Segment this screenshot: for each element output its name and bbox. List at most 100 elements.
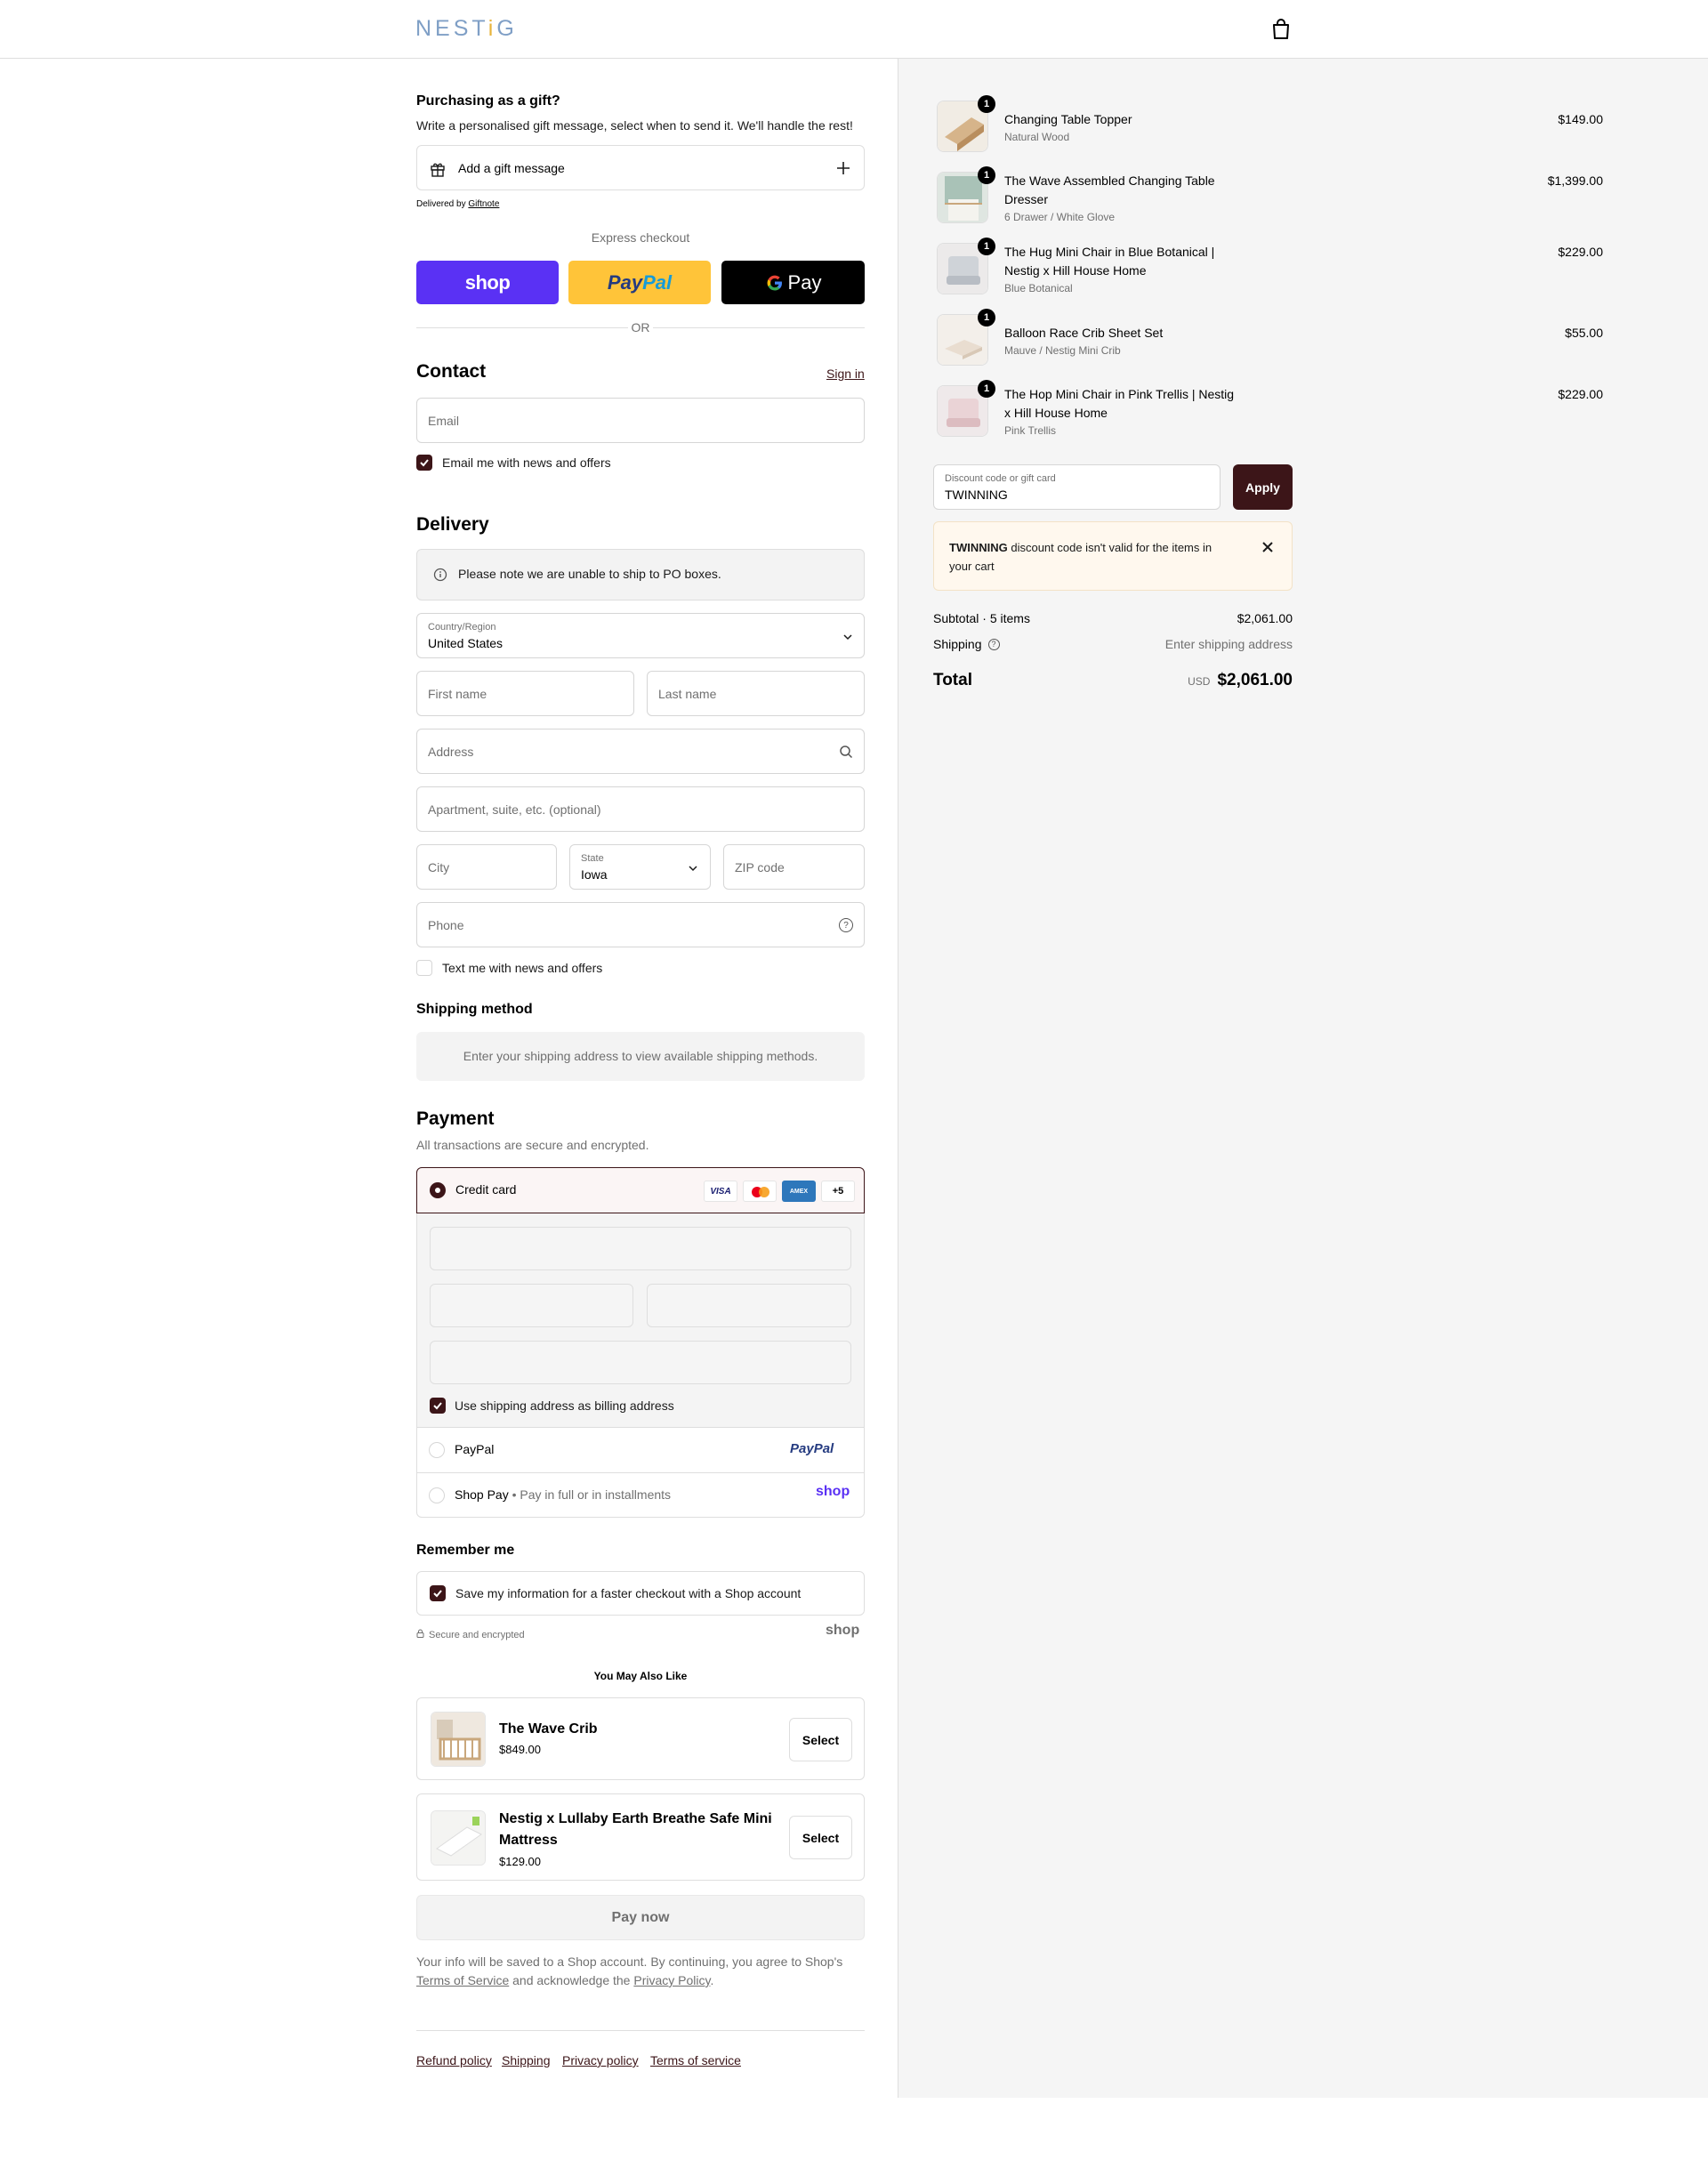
subtotal-label: Subtotal · 5 items: [933, 611, 1030, 625]
shipping-link[interactable]: Shipping: [502, 2053, 551, 2067]
state-label: State: [581, 853, 604, 864]
address-field[interactable]: Address: [416, 729, 865, 774]
card-number-field[interactable]: [430, 1227, 851, 1270]
quantity-badge: 1: [978, 166, 995, 184]
shop-pay-option[interactable]: Shop Pay • Pay in full or in installment…: [416, 1473, 865, 1518]
info-icon: [433, 568, 447, 582]
item-title: The Hug Mini Chair in Blue Botanical |: [1004, 245, 1215, 259]
paypal-radio[interactable]: [429, 1442, 445, 1458]
discount-error-text: TWINNING discount code isn't valid for t…: [949, 538, 1234, 576]
paypal-option[interactable]: PayPal PayPal: [416, 1428, 865, 1472]
country-select[interactable]: Country/Region United States: [416, 613, 865, 658]
divider: [653, 327, 865, 328]
shop-pay-radio[interactable]: [429, 1487, 445, 1503]
upsell-name: The Wave Crib: [499, 1721, 598, 1737]
gift-title: Purchasing as a gift?: [416, 93, 560, 109]
shop-logo-small: shop: [826, 1623, 860, 1638]
terms-of-service-link[interactable]: Terms of Service: [416, 1973, 509, 1987]
chevron-down-icon: [688, 862, 698, 876]
chevron-down-icon: [842, 631, 853, 645]
zip-placeholder: ZIP code: [735, 859, 785, 874]
city-field[interactable]: City: [416, 844, 557, 890]
total-value: $2,061.00: [1217, 671, 1293, 689]
discount-code-input[interactable]: Discount code or gift card TWINNING: [933, 464, 1221, 510]
po-box-text: Please note we are unable to ship to PO …: [458, 567, 721, 581]
country-value: United States: [428, 636, 504, 650]
country-label: Country/Region: [428, 622, 496, 633]
google-pay-express-button[interactable]: Pay: [721, 261, 865, 304]
last-name-field[interactable]: Last name: [647, 671, 865, 716]
item-title: The Wave Assembled Changing Table: [1004, 173, 1215, 188]
card-name-field[interactable]: [430, 1341, 851, 1384]
item-price: $229.00: [1558, 387, 1603, 401]
refund-policy-link[interactable]: Refund policy: [416, 2053, 492, 2067]
text-news-checkbox[interactable]: [416, 960, 432, 976]
zip-field[interactable]: ZIP code: [723, 844, 865, 890]
sign-in-link[interactable]: Sign in: [826, 367, 865, 381]
paypal-logo: PayPal: [608, 271, 672, 294]
upsell-thumbnail: [431, 1712, 486, 1767]
error-message-2: your cart: [949, 560, 995, 573]
giftnote-link[interactable]: Giftnote: [468, 199, 499, 209]
add-gift-message-button[interactable]: Add a gift message: [416, 145, 865, 190]
shipping-method-title: Shipping method: [416, 1002, 533, 1017]
credit-card-option[interactable]: Credit card VISA AMEX +5: [416, 1167, 865, 1213]
help-icon[interactable]: ?: [987, 638, 1000, 650]
help-icon[interactable]: ?: [839, 918, 853, 932]
billing-same-checkbox[interactable]: [430, 1398, 446, 1414]
email-news-checkbox[interactable]: [416, 455, 432, 471]
privacy-policy-link[interactable]: Privacy Policy: [633, 1973, 710, 1987]
address-placeholder: Address: [428, 744, 474, 759]
logo-i: i: [487, 16, 497, 41]
quantity-badge: 1: [978, 380, 995, 398]
state-select[interactable]: State Iowa: [569, 844, 711, 890]
select-button[interactable]: Select: [789, 1718, 852, 1761]
text-news-label: Text me with news and offers: [442, 961, 603, 975]
shop-pay-separator: •: [512, 1487, 517, 1502]
cart-bag-icon[interactable]: [1270, 18, 1292, 41]
item-title: Balloon Race Crib Sheet Set: [1004, 326, 1164, 340]
credit-card-radio[interactable]: [430, 1182, 446, 1198]
paypal-logo-pal: Pal: [642, 270, 673, 294]
credit-card-label: Credit card: [455, 1182, 517, 1197]
delivered-by-text: Delivered by: [416, 199, 466, 209]
po-box-notice: Please note we are unable to ship to PO …: [416, 549, 865, 600]
paypal-express-button[interactable]: PayPal: [568, 261, 711, 304]
total-label: Total: [933, 671, 972, 689]
divider: [416, 2030, 865, 2031]
close-icon[interactable]: [1261, 540, 1275, 554]
legal-end: .: [710, 1973, 714, 1987]
shipping-row: Shipping ?: [933, 637, 1000, 651]
item-title: Changing Table Topper: [1004, 112, 1132, 126]
apply-discount-button[interactable]: Apply: [1233, 464, 1293, 510]
first-name-field[interactable]: First name: [416, 671, 634, 716]
email-field[interactable]: Email: [416, 398, 865, 443]
apartment-field[interactable]: Apartment, suite, etc. (optional): [416, 786, 865, 832]
shop-pay-express-button[interactable]: shop: [416, 261, 559, 304]
item-price: $149.00: [1558, 112, 1603, 126]
store-logo[interactable]: NESTiG: [415, 16, 518, 42]
terms-link[interactable]: Terms of service: [650, 2053, 741, 2067]
legal-text: Your info will be saved to a Shop accoun…: [416, 1953, 865, 1990]
legal-line1: Your info will be saved to a Shop accoun…: [416, 1954, 843, 1969]
card-expiry-field[interactable]: [430, 1284, 633, 1327]
subtotal-value: $2,061.00: [1237, 611, 1293, 625]
gpay-text: Pay: [787, 270, 822, 294]
pay-now-button[interactable]: Pay now: [416, 1895, 865, 1940]
secure-row: Secure and encrypted: [416, 1629, 525, 1640]
select-button[interactable]: Select: [789, 1816, 852, 1859]
phone-field[interactable]: Phone ?: [416, 902, 865, 947]
email-news-label: Email me with news and offers: [442, 455, 611, 470]
upsell-price: $129.00: [499, 1855, 541, 1868]
item-variant: 6 Drawer / White Glove: [1004, 211, 1116, 223]
total-row: USD $2,061.00: [1115, 671, 1293, 690]
save-info-checkbox[interactable]: [430, 1585, 446, 1601]
privacy-link[interactable]: Privacy policy: [562, 2053, 639, 2067]
item-price: $55.00: [1565, 326, 1603, 340]
quantity-badge: 1: [978, 309, 995, 326]
or-divider-text: OR: [631, 320, 650, 334]
upsell-price: $849.00: [499, 1743, 541, 1756]
mastercard-icon: [743, 1181, 777, 1202]
card-cvv-field[interactable]: [647, 1284, 851, 1327]
item-price: $229.00: [1558, 245, 1603, 259]
